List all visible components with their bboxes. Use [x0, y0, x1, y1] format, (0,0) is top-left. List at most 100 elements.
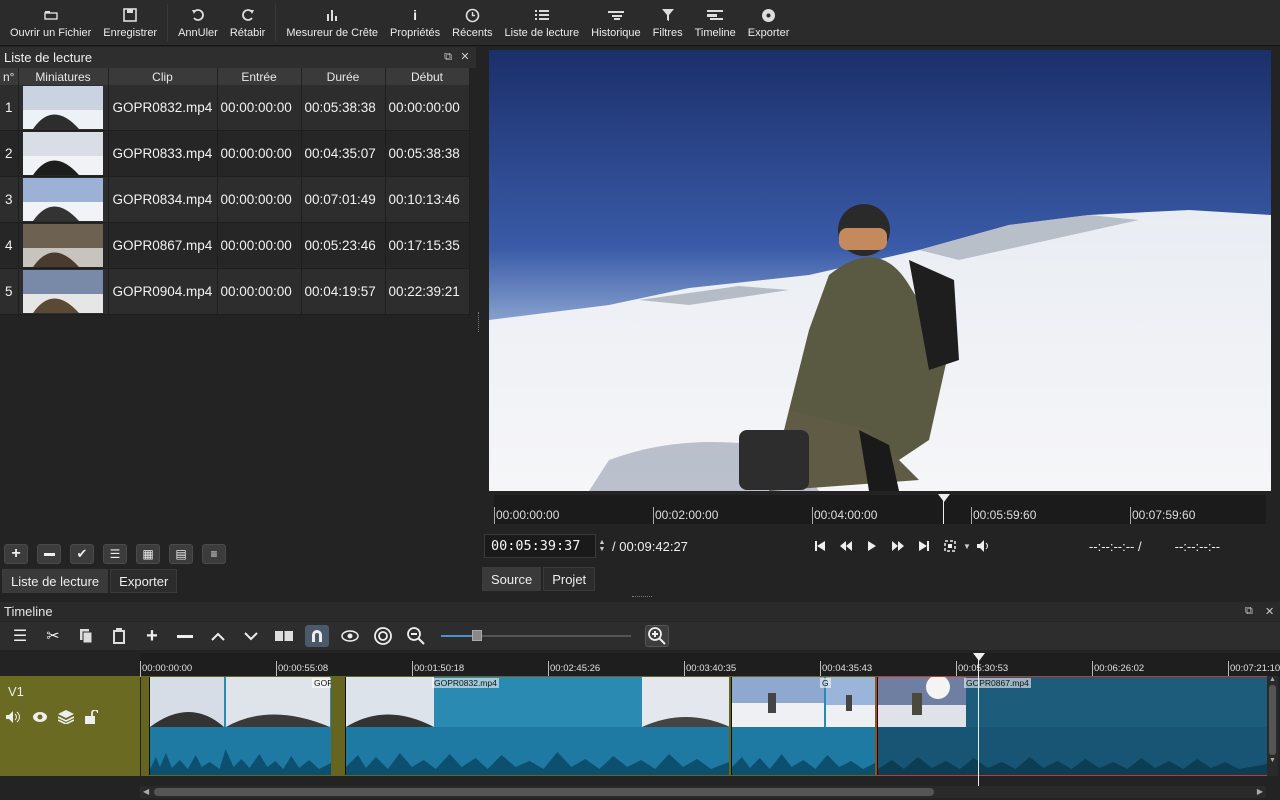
skip-previous-icon[interactable] [812, 538, 828, 554]
zoom-slider[interactable] [441, 629, 631, 643]
play-icon[interactable] [864, 538, 880, 554]
fast-forward-icon[interactable] [890, 538, 906, 554]
vertical-scrollbar[interactable]: ▲ ▼ [1267, 676, 1278, 776]
zoom-in-icon[interactable] [645, 625, 669, 647]
splitter-handle[interactable] [632, 596, 652, 598]
save-button[interactable]: Enregistrer [97, 0, 163, 45]
zoom-out-icon[interactable] [404, 625, 428, 647]
tab-playlist[interactable]: Liste de lecture [2, 569, 109, 593]
zoom-slider-handle[interactable] [472, 630, 482, 641]
horizontal-scrollbar[interactable]: ◀ ▶ [140, 786, 1266, 798]
history-button[interactable]: Historique [585, 0, 647, 45]
column-header[interactable]: Entrée [217, 68, 302, 85]
column-header[interactable]: n° [0, 68, 19, 85]
lock-icon[interactable] [84, 709, 99, 727]
ruler-tick [548, 661, 549, 677]
append-icon[interactable]: + [140, 625, 164, 647]
lift-icon[interactable] [206, 625, 230, 647]
viewer-time-ruler[interactable]: 00:00:00:00 00:02:00:00 00:04:00:00 00:05:5… [494, 495, 1266, 524]
clip-thumbnail [23, 132, 103, 175]
copy-icon[interactable] [74, 625, 98, 647]
scrollbar-thumb[interactable] [1269, 685, 1276, 755]
timecode-input[interactable]: 00:05:39:37 [484, 534, 596, 558]
close-icon[interactable]: ✕ [1265, 605, 1274, 618]
recent-button[interactable]: Récents [446, 0, 498, 45]
info-icon: i [413, 7, 418, 23]
column-header[interactable]: Miniatures [18, 68, 109, 85]
tab-source[interactable]: Source [482, 567, 542, 591]
tab-export[interactable]: Exporter [110, 569, 178, 593]
timeline-clip-selected[interactable]: GOPR0867.mp4 [876, 676, 1268, 776]
timeline-clip[interactable]: GOPR0832.mp4 [345, 677, 729, 775]
tab-project[interactable]: Projet [543, 567, 596, 591]
composite-layers-icon[interactable] [57, 710, 75, 727]
timeline-button[interactable]: Timeline [689, 0, 742, 45]
clip-thumbnail [23, 224, 103, 267]
close-icon[interactable]: ✕ [459, 51, 471, 63]
add-button[interactable]: + [4, 544, 28, 564]
scroll-left-icon[interactable]: ◀ [143, 787, 149, 796]
column-header[interactable]: Clip [108, 68, 218, 85]
timecode-spinner[interactable]: ▲ ▼ [596, 535, 608, 557]
column-header[interactable]: Durée [301, 68, 386, 85]
redo-button[interactable]: Rétabir [224, 0, 271, 45]
timeline-time-ruler[interactable]: 00:00:00:00 00:00:55:08 00:01:50:18 00:02:4… [140, 653, 1280, 677]
remove-button[interactable] [37, 544, 61, 564]
overwrite-icon[interactable] [239, 625, 263, 647]
details-view-button[interactable]: ☰ [103, 544, 127, 564]
scroll-right-icon[interactable]: ▶ [1257, 787, 1263, 796]
playlist-row[interactable]: 1 GOPR0832.mp4 00:00:00:00 00:05:38:38 00:00… [0, 85, 470, 131]
float-icon[interactable]: ⧉ [1245, 605, 1253, 618]
ruler-label: 00:02:00:00 [655, 508, 719, 522]
row-thumbnail [18, 130, 109, 177]
timeline-playhead[interactable] [978, 655, 979, 786]
clip-thumbnail [732, 677, 875, 727]
playlist-row[interactable]: 4 GOPR0867.mp4 00:00:00:00 00:05:23:46 00:17… [0, 222, 470, 269]
video-preview[interactable] [489, 50, 1271, 491]
export-button[interactable]: Exporter [742, 0, 796, 45]
ruler-label: 00:05:59:60 [973, 508, 1037, 522]
playlist-actions: + ✔ ☰ ▦ ▤ ≡ [0, 541, 476, 567]
peak-meter-button[interactable]: Mesureur de Crête [280, 0, 384, 45]
playlist-row[interactable]: 5 GOPR0904.mp4 00:00:00:00 00:04:19:57 00:22… [0, 268, 470, 315]
timeline-clip[interactable]: GOP [149, 677, 331, 775]
playlist-button[interactable]: Liste de lecture [499, 0, 586, 45]
ruler-tick [1228, 661, 1229, 677]
open-file-button[interactable]: Ouvrir un Fichier [4, 0, 97, 45]
paste-icon[interactable] [107, 625, 131, 647]
menu-button[interactable]: ≡ [202, 544, 226, 564]
scrub-eye-icon[interactable] [338, 625, 362, 647]
skip-next-icon[interactable] [916, 538, 932, 554]
splitter-handle[interactable] [478, 312, 481, 332]
cut-icon[interactable]: ✂ [41, 625, 65, 647]
zoom-fit-icon[interactable] [942, 538, 958, 554]
remove-icon[interactable] [173, 625, 197, 647]
playlist-row[interactable]: 2 GOPR0833.mp4 00:00:00:00 00:04:35:07 00:05… [0, 130, 470, 177]
timeline-menu-icon[interactable]: ☰ [8, 625, 32, 647]
update-button[interactable]: ✔ [70, 544, 94, 564]
list-view-icon: ☰ [109, 547, 121, 561]
properties-button[interactable]: i Propriétés [384, 0, 446, 45]
row-clip: GOPR0834.mp4 [108, 176, 218, 223]
undo-button[interactable]: AnnUler [172, 0, 224, 45]
ripple-icon[interactable] [371, 625, 395, 647]
scroll-up-icon[interactable]: ▲ [1267, 676, 1278, 683]
scrollbar-thumb[interactable] [154, 788, 934, 796]
float-icon[interactable]: ⧉ [442, 51, 454, 63]
volume-icon[interactable] [976, 538, 992, 554]
chevron-down-icon[interactable]: ▼ [963, 542, 971, 551]
mute-icon[interactable] [6, 711, 22, 726]
playlist-row[interactable]: 3 GOPR0834.mp4 00:00:00:00 00:07:01:49 00:10… [0, 176, 470, 223]
rewind-icon[interactable] [838, 538, 854, 554]
filters-button[interactable]: Filtres [647, 0, 689, 45]
track-header-v1[interactable]: V1 [0, 676, 140, 776]
scroll-down-icon[interactable]: ▼ [1267, 757, 1278, 764]
snap-icon[interactable] [305, 625, 329, 647]
track-v1[interactable]: GOP GOPR0832.mp4 G GOPR0867.mp4 [141, 676, 1268, 776]
timeline-clip[interactable]: G [731, 677, 875, 775]
icons-view-button[interactable]: ▤ [169, 544, 193, 564]
hide-eye-icon[interactable] [32, 711, 48, 726]
tiles-view-button[interactable]: ▦ [136, 544, 160, 564]
column-header[interactable]: Début [385, 68, 470, 85]
split-icon[interactable] [272, 625, 296, 647]
